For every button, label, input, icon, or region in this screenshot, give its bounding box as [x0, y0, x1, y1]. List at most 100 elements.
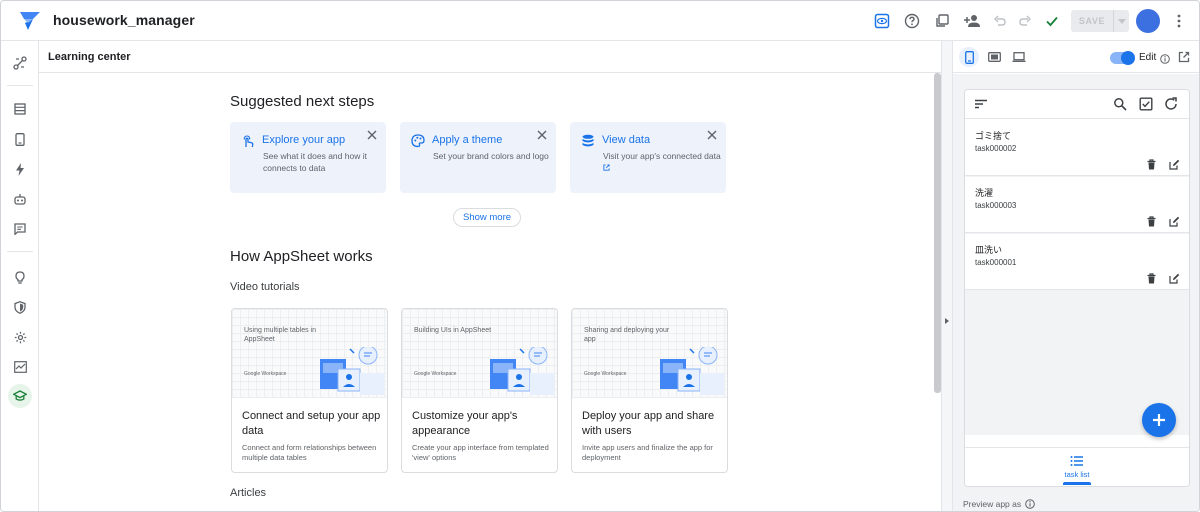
undo-icon[interactable]: [990, 11, 1010, 31]
thumbnail-caption: Sharing and deploying your app: [584, 327, 670, 343]
thumbnail-caption: Using multiple tables in AppSheet: [244, 327, 316, 343]
device-phone-icon[interactable]: [959, 47, 979, 67]
nav-security-shield-icon[interactable]: [8, 295, 32, 319]
palette-icon: [411, 134, 425, 148]
chevron-right-icon: [945, 318, 949, 324]
list-icon[interactable]: [1070, 455, 1084, 467]
appsheet-logo-icon[interactable]: [19, 11, 41, 31]
select-checkbox-icon[interactable]: [1139, 97, 1153, 111]
step-card-explore[interactable]: Explore your app See what it does and ho…: [230, 122, 386, 193]
device-tablet-icon[interactable]: [984, 47, 1004, 67]
edit-icon[interactable]: [1169, 273, 1180, 284]
main-scrollbar[interactable]: [934, 73, 941, 393]
video-title: Deploy your app and share with users: [582, 410, 715, 437]
saved-check-icon: [1042, 11, 1062, 31]
edit-label: Edit: [1139, 52, 1157, 63]
list-item[interactable]: 洗濯 task000003: [965, 177, 1189, 233]
nav-intelligence-bulb-icon[interactable]: [8, 265, 32, 289]
open-in-new-icon[interactable]: [1178, 50, 1190, 63]
delete-icon[interactable]: [1146, 216, 1157, 227]
step-card-desc: Visit your app's connected data: [603, 150, 721, 174]
delete-icon[interactable]: [1146, 273, 1157, 284]
nav-data-table-icon[interactable]: [8, 97, 32, 121]
edit-icon[interactable]: [1169, 159, 1180, 170]
nav-views-phone-icon[interactable]: [8, 127, 32, 151]
step-card-desc: See what it does and how it connects to …: [263, 151, 367, 173]
more-vert-icon[interactable]: [1169, 11, 1189, 31]
add-task-fab[interactable]: [1142, 403, 1176, 437]
step-card-theme[interactable]: Apply a theme Set your brand colors and …: [400, 122, 556, 193]
preview-toolbar: [953, 41, 1199, 73]
preview-collapse-handle[interactable]: [941, 41, 953, 511]
user-avatar[interactable]: [1136, 9, 1160, 33]
search-icon[interactable]: [1113, 97, 1127, 111]
step-card-view-data[interactable]: View data Visit your app's connected dat…: [570, 122, 726, 193]
nav-learning-center-cap-icon[interactable]: [8, 384, 32, 408]
articles-heading: Articles: [230, 487, 267, 499]
delete-icon[interactable]: [1146, 159, 1157, 170]
rail-divider: [7, 251, 33, 252]
video-card-customize[interactable]: Building UIs in AppSheet Google Workspac…: [401, 308, 558, 473]
edit-toggle[interactable]: [1110, 51, 1135, 65]
task-name: 洗濯: [975, 188, 994, 198]
task-id: task000002: [975, 144, 1017, 153]
help-icon[interactable]: [902, 11, 922, 31]
preview-as-footer[interactable]: Preview app as: [963, 499, 1035, 509]
info-icon[interactable]: [1160, 51, 1170, 64]
save-button[interactable]: SAVE: [1071, 10, 1129, 32]
show-more-button[interactable]: Show more: [453, 208, 521, 227]
video-title: Connect and setup your app data: [242, 410, 381, 437]
database-icon: [582, 134, 594, 147]
task-name: 皿洗い: [975, 245, 1003, 255]
tutorial-illustration-icon: [490, 347, 554, 395]
edit-icon[interactable]: [1169, 216, 1180, 227]
save-dropdown-chevron-icon[interactable]: [1114, 18, 1129, 24]
open-in-new-icon[interactable]: [603, 164, 610, 171]
touch-icon: [243, 135, 254, 148]
active-tab-indicator: [1063, 482, 1091, 485]
nav-monitor-chart-icon[interactable]: [8, 355, 32, 379]
video-thumbnail[interactable]: Using multiple tables in AppSheet Google…: [232, 309, 387, 398]
video-desc: Connect and form relationships between m…: [242, 443, 377, 462]
google-workspace-brand: Google Workspace: [584, 371, 627, 377]
video-title: Customize your app's appearance: [412, 410, 518, 437]
task-id: task000003: [975, 201, 1017, 210]
task-list: ゴミ捨て task000002 洗濯 task000003 皿洗い task00…: [965, 120, 1189, 435]
nav-bots-robot-icon[interactable]: [8, 187, 32, 211]
nav-automation-flow-icon[interactable]: [8, 51, 32, 75]
video-tutorials-heading: Video tutorials: [230, 281, 300, 293]
phone-header: [965, 90, 1189, 119]
nav-chat-icon[interactable]: [8, 217, 32, 241]
preview-eye-icon[interactable]: [872, 11, 892, 31]
sort-icon[interactable]: [974, 97, 988, 111]
nav-tab-label[interactable]: task list: [965, 470, 1189, 479]
copy-app-icon[interactable]: [932, 11, 952, 31]
list-item[interactable]: 皿洗い task000001: [965, 234, 1189, 290]
info-icon[interactable]: [1025, 499, 1035, 509]
nav-actions-bolt-icon[interactable]: [8, 157, 32, 181]
device-laptop-icon[interactable]: [1009, 47, 1029, 67]
video-thumbnail[interactable]: Building UIs in AppSheet Google Workspac…: [402, 309, 557, 398]
section-header: Learning center: [39, 41, 941, 73]
close-icon[interactable]: [367, 130, 377, 140]
step-card-desc-text: Visit your app's connected data: [603, 151, 721, 161]
close-icon[interactable]: [537, 130, 547, 140]
video-card-connect[interactable]: Using multiple tables in AppSheet Google…: [231, 308, 388, 473]
step-card-title: View data: [602, 134, 651, 146]
share-add-user-icon[interactable]: [962, 11, 982, 31]
refresh-icon[interactable]: [1164, 97, 1178, 111]
plus-icon: [1153, 414, 1165, 426]
video-card-deploy[interactable]: Sharing and deploying your app Google Wo…: [571, 308, 728, 473]
phone-preview: ゴミ捨て task000002 洗濯 task000003 皿洗い task00…: [964, 89, 1190, 487]
thumbnail-caption: Building UIs in AppSheet: [414, 327, 492, 334]
redo-icon[interactable]: [1015, 11, 1035, 31]
google-workspace-brand: Google Workspace: [414, 371, 457, 377]
step-card-title: Apply a theme: [432, 134, 503, 146]
nav-settings-gear-icon[interactable]: [8, 325, 32, 349]
video-thumbnail[interactable]: Sharing and deploying your app Google Wo…: [572, 309, 727, 398]
task-name: ゴミ捨て: [975, 131, 1012, 141]
list-item[interactable]: ゴミ捨て task000002: [965, 120, 1189, 176]
google-workspace-brand: Google Workspace: [244, 371, 287, 377]
close-icon[interactable]: [707, 130, 717, 140]
rail-divider: [7, 85, 33, 86]
